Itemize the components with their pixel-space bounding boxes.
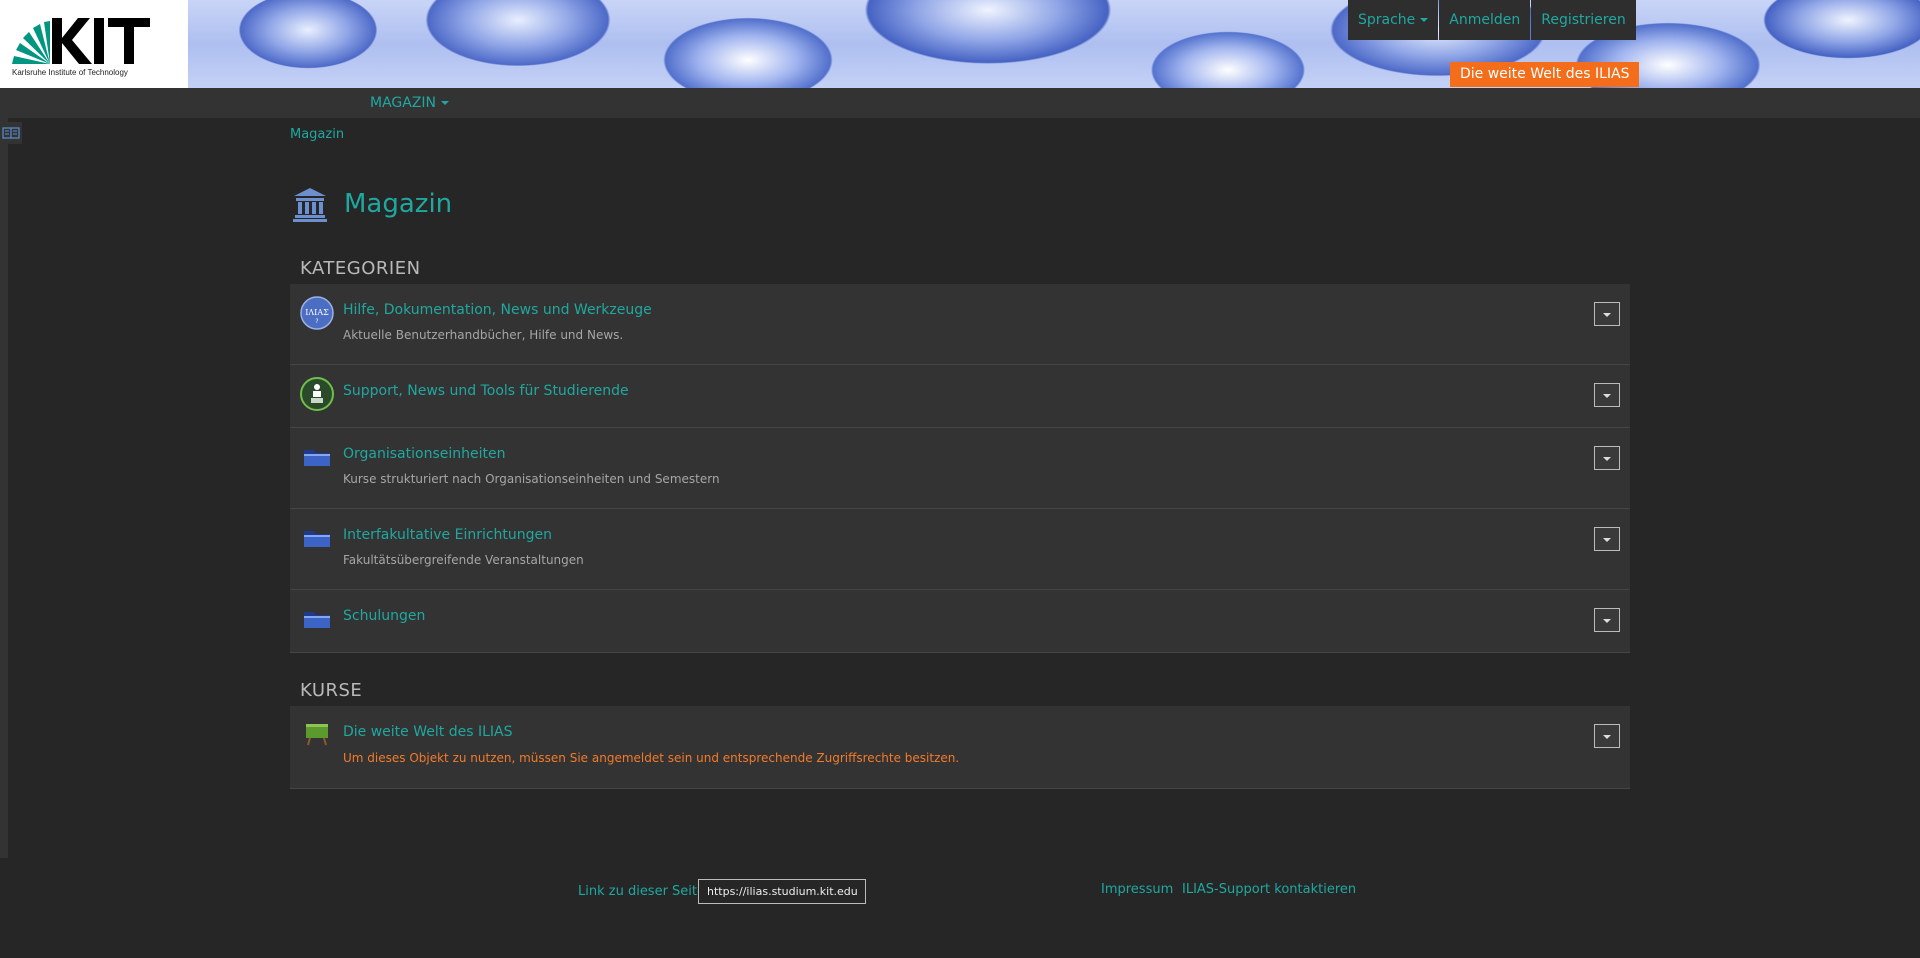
access-warning: Um dieses Objekt zu nutzen, müssen Sie a… [343,751,960,765]
actions-dropdown-button[interactable] [1594,446,1620,470]
list-item: ΙΛΙΑΣ ? Hilfe, Dokumentation, News und W… [290,284,1630,365]
section-heading-courses: KURSE [300,680,363,701]
impressum-link[interactable]: Impressum [1101,882,1173,897]
tree-toggle-button[interactable] [0,122,22,144]
permalink-label: Link zu dieser Seite: [578,884,710,899]
menu-magazin[interactable]: MAGAZIN [370,88,450,118]
category-link[interactable]: Organisationseinheiten [343,446,505,462]
section-heading-categories: KATEGORIEN [300,258,421,279]
permalink-input[interactable] [698,879,866,904]
ilias-help-icon: ΙΛΙΑΣ ? [300,296,334,330]
chevron-down-icon [1420,18,1429,22]
course-badge[interactable]: Die weite Welt des ILIAS [1450,62,1640,87]
folder-icon [304,612,330,628]
folder-icon [304,531,330,547]
logo-subtitle: Karlsruhe Institute of Technology [12,68,128,77]
page-header: Karlsruhe Institute of Technology Sprach… [0,0,1920,88]
student-support-icon [300,377,334,411]
course-icon [306,724,328,746]
language-menu[interactable]: Sprache [1348,0,1439,40]
register-link[interactable]: Registrieren [1531,0,1636,40]
list-item: Organisationseinheiten Kurse strukturier… [290,428,1630,509]
menu-magazin-label: MAGAZIN [370,95,437,111]
tree-view-icon [2,127,20,139]
chevron-down-icon [441,101,450,105]
category-link[interactable]: Interfakultative Einrichtungen [343,527,552,543]
kit-logo-icon [12,18,150,64]
actions-dropdown-button[interactable] [1594,608,1620,632]
category-link[interactable]: Support, News und Tools für Studierende [343,383,629,399]
category-description: Aktuelle Benutzerhandbücher, Hilfe und N… [343,328,624,342]
actions-dropdown-button[interactable] [1594,527,1620,551]
category-description: Kurse strukturiert nach Organisationsein… [343,472,720,486]
list-item: Schulungen [290,590,1630,653]
category-link[interactable]: Hilfe, Dokumentation, News und Werkzeuge [343,302,652,318]
list-item: Interfakultative Einrichtungen Fakultäts… [290,509,1630,590]
course-link[interactable]: Die weite Welt des ILIAS [343,724,512,740]
category-link[interactable]: Schulungen [343,608,425,624]
main-menu-bar: MAGAZIN [0,88,1920,118]
category-list: ΙΛΙΑΣ ? Hilfe, Dokumentation, News und W… [290,284,1630,653]
page-title-text: Magazin [344,189,453,219]
support-contact-link[interactable]: ILIAS-Support kontaktieren [1182,882,1356,897]
actions-dropdown-button[interactable] [1594,724,1620,748]
language-label: Sprache [1358,12,1416,28]
left-sidebar-strip [0,118,8,858]
list-item: Support, News und Tools für Studierende [290,365,1630,428]
svg-text:?: ? [315,318,318,325]
login-link[interactable]: Anmelden [1439,0,1531,40]
actions-dropdown-button[interactable] [1594,383,1620,407]
actions-dropdown-button[interactable] [1594,302,1620,326]
kit-logo[interactable]: Karlsruhe Institute of Technology [0,0,188,88]
course-list: Die weite Welt des ILIAS Um dieses Objek… [290,706,1630,789]
category-description: Fakultätsübergreifende Veranstaltungen [343,553,584,567]
folder-icon [304,450,330,466]
svg-text:ΙΛΙΑΣ: ΙΛΙΑΣ [305,308,329,317]
page-title: Magazin [292,186,452,222]
header-banner-image [188,0,1920,88]
repository-building-icon [293,188,327,222]
breadcrumb[interactable]: Magazin [290,127,344,142]
top-navigation: Sprache Anmelden Registrieren [1348,0,1637,40]
list-item: Die weite Welt des ILIAS Um dieses Objek… [290,706,1630,789]
